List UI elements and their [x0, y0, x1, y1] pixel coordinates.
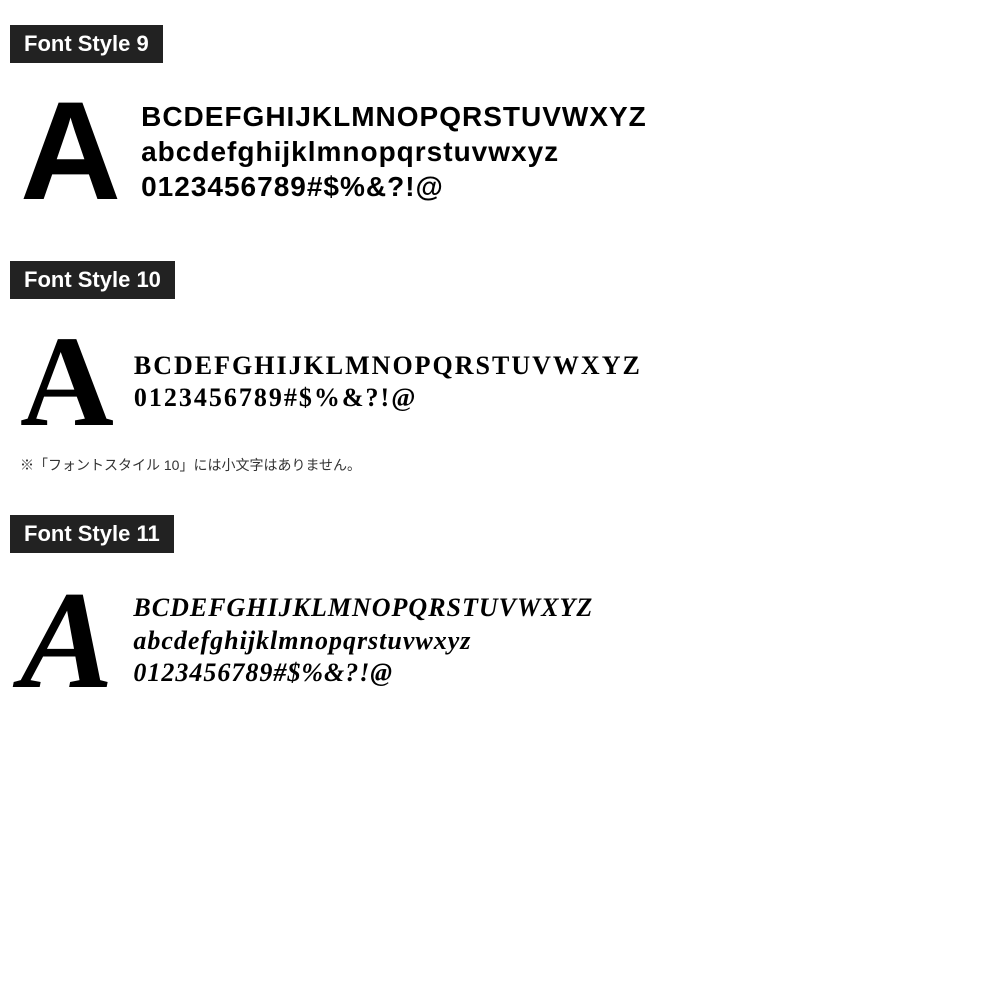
font-style-10-note: ※「フォントスタイル 10」には小文字はありません。	[20, 455, 980, 475]
page-container: Font Style 9 A BCDEFGHIJKLMNOPQRSTUVWXYZ…	[0, 0, 1000, 1000]
font-style-10-big-letter: A	[20, 317, 114, 447]
font-style-10-section: Font Style 10 A BCDEFGHIJKLMNOPQRSTUVWXY…	[10, 256, 980, 480]
font-style-9-char-lines: BCDEFGHIJKLMNOPQRSTUVWXYZ abcdefghijklmn…	[141, 99, 647, 204]
font-style-11-line-3: 0123456789#$%&?!@	[133, 657, 593, 690]
font-style-10-line-2: 0123456789#$%&?!@	[134, 382, 642, 415]
font-style-11-char-lines: BCDEFGHIJKLMNOPQRSTUVWXYZ abcdefghijklmn…	[133, 592, 593, 690]
font-style-9-big-letter: A	[20, 81, 121, 221]
font-style-10-demo: A BCDEFGHIJKLMNOPQRSTUVWXYZ 0123456789#$…	[10, 317, 980, 447]
font-style-11-demo: A BCDEFGHIJKLMNOPQRSTUVWXYZ abcdefghijkl…	[10, 571, 980, 711]
font-style-11-big-letter: A	[20, 571, 113, 711]
font-style-11-section: Font Style 11 A BCDEFGHIJKLMNOPQRSTUVWXY…	[10, 510, 980, 716]
font-style-9-line-3: 0123456789#$%&?!@	[141, 169, 647, 204]
font-style-9-line-2: abcdefghijklmnopqrstuvwxyz	[141, 134, 647, 169]
font-style-9-title: Font Style 9	[10, 25, 163, 63]
font-style-9-section: Font Style 9 A BCDEFGHIJKLMNOPQRSTUVWXYZ…	[10, 20, 980, 226]
font-style-11-title: Font Style 11	[10, 515, 174, 553]
font-style-10-char-lines: BCDEFGHIJKLMNOPQRSTUVWXYZ 0123456789#$%&…	[134, 350, 642, 415]
font-style-11-line-2: abcdefghijklmnopqrstuvwxyz	[133, 625, 593, 658]
font-style-9-line-1: BCDEFGHIJKLMNOPQRSTUVWXYZ	[141, 99, 647, 134]
font-style-10-title: Font Style 10	[10, 261, 175, 299]
font-style-11-line-1: BCDEFGHIJKLMNOPQRSTUVWXYZ	[133, 592, 593, 625]
font-style-10-line-1: BCDEFGHIJKLMNOPQRSTUVWXYZ	[134, 350, 642, 383]
font-style-9-demo: A BCDEFGHIJKLMNOPQRSTUVWXYZ abcdefghijkl…	[10, 81, 980, 221]
